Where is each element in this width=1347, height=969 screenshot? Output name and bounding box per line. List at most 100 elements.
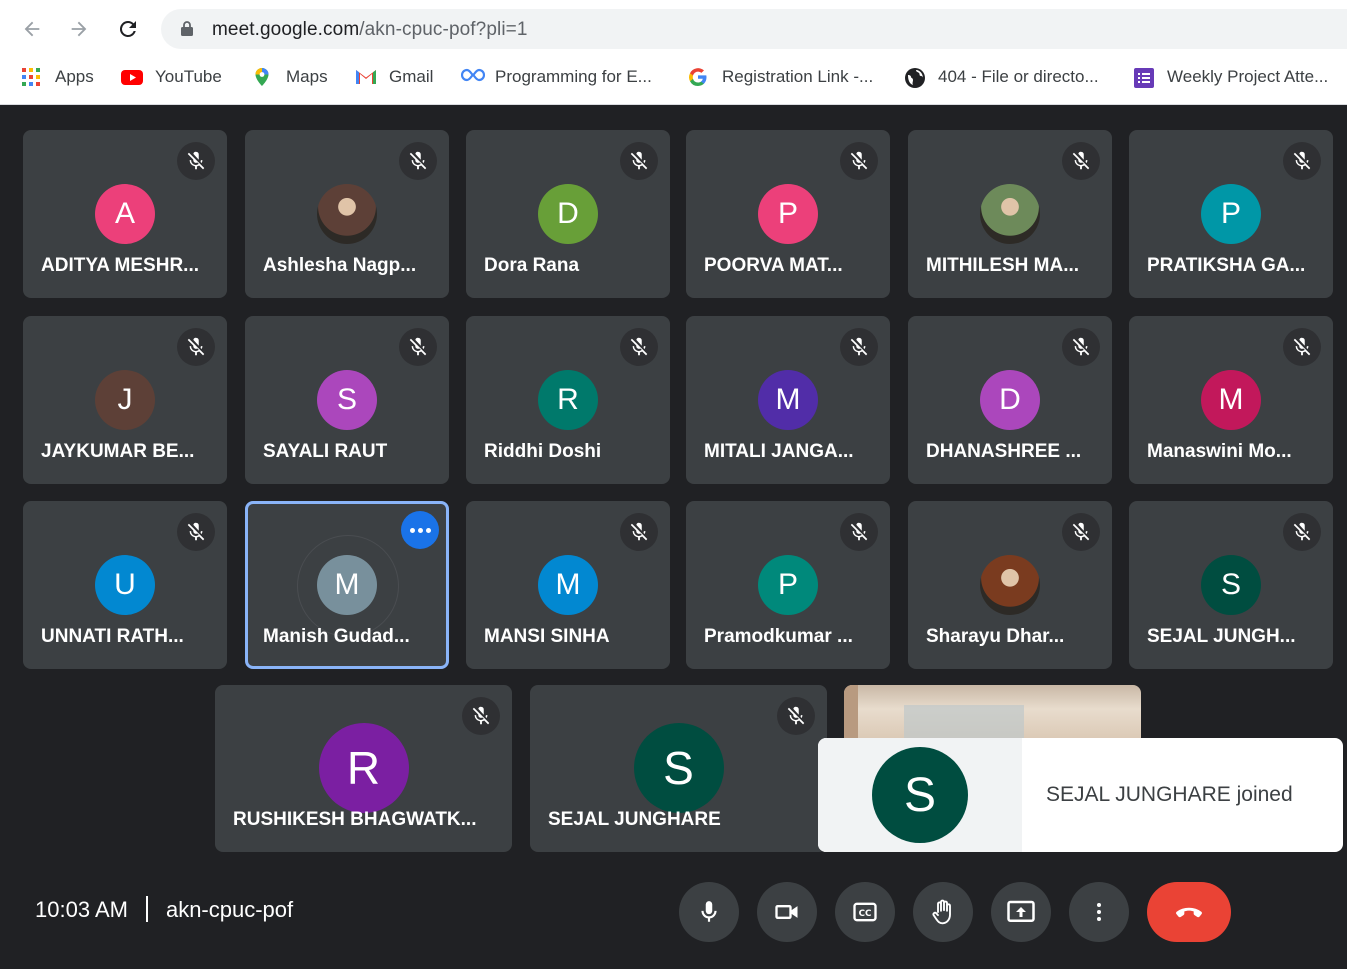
captions-button[interactable]: CC bbox=[835, 882, 895, 942]
participant-tile[interactable]: R RUSHIKESH BHAGWATK... bbox=[215, 685, 512, 852]
more-vertical-icon bbox=[1097, 903, 1101, 921]
google-g-icon bbox=[688, 67, 708, 87]
muted-indicator bbox=[777, 697, 815, 735]
participant-tile[interactable]: S SEJAL JUNGHARE bbox=[530, 685, 827, 852]
avatar: S bbox=[633, 723, 724, 813]
participant-tile[interactable]: D DHANASHREE ... bbox=[908, 316, 1112, 484]
participant-tile[interactable]: Sharayu Dhar... bbox=[908, 501, 1112, 669]
avatar: P bbox=[758, 184, 818, 244]
present-screen-icon bbox=[1007, 900, 1035, 922]
tile-options-button[interactable] bbox=[401, 511, 439, 549]
microphone-icon bbox=[701, 901, 717, 922]
participant-tile[interactable]: Ashlesha Nagp... bbox=[245, 130, 449, 298]
participant-name: DHANASHREE ... bbox=[926, 441, 1082, 462]
participant-tile[interactable]: M MANSI SINHA bbox=[466, 501, 670, 669]
avatar bbox=[980, 555, 1040, 615]
self-preview-video bbox=[844, 685, 1141, 745]
avatar: M bbox=[1201, 370, 1261, 430]
participant-name: Riddhi Doshi bbox=[484, 441, 602, 462]
back-button[interactable] bbox=[17, 14, 47, 44]
bookmark-label: Apps bbox=[55, 67, 94, 86]
muted-indicator bbox=[1062, 328, 1100, 366]
participant-tile[interactable]: D Dora Rana bbox=[466, 130, 670, 298]
present-screen-button[interactable] bbox=[991, 882, 1051, 942]
muted-indicator bbox=[1062, 142, 1100, 180]
more-options-button[interactable] bbox=[1069, 882, 1129, 942]
bookmark-programming[interactable]: Programming for E... bbox=[460, 62, 652, 92]
mic-off-icon bbox=[1072, 337, 1090, 356]
bookmark-weekly[interactable]: Weekly Project Atte... bbox=[1133, 62, 1328, 92]
raise-hand-icon bbox=[932, 899, 951, 925]
mic-off-icon bbox=[1293, 151, 1311, 170]
avatar: A bbox=[95, 184, 155, 244]
participant-name: POORVA MAT... bbox=[704, 255, 843, 276]
mic-off-icon bbox=[787, 706, 805, 725]
leave-call-button[interactable] bbox=[1147, 882, 1231, 942]
mic-off-icon bbox=[1293, 337, 1311, 356]
forward-button[interactable] bbox=[64, 14, 94, 44]
participant-tile[interactable]: M Manish Gudad... bbox=[245, 501, 449, 669]
participant-tile[interactable]: M Manaswini Mo... bbox=[1129, 316, 1333, 484]
bookmark-apps[interactable]: Apps bbox=[21, 62, 94, 92]
mic-off-icon bbox=[630, 522, 648, 541]
bookmark-label: Registration Link -... bbox=[722, 67, 874, 86]
avatar: M bbox=[758, 370, 818, 430]
bookmarks-bar: Apps YouTube Maps Gmail Programming for E...… bbox=[0, 62, 1347, 92]
bookmark-youtube[interactable]: YouTube bbox=[121, 62, 222, 92]
muted-indicator bbox=[1283, 328, 1321, 366]
camera-icon bbox=[775, 905, 798, 919]
participant-tile[interactable]: P PRATIKSHA GA... bbox=[1129, 130, 1333, 298]
meeting-code: akn-cpuc-pof bbox=[165, 897, 294, 922]
participant-name: SEJAL JUNGH... bbox=[1147, 626, 1296, 647]
participant-tile[interactable]: MITHILESH MA... bbox=[908, 130, 1112, 298]
raise-hand-button[interactable] bbox=[913, 882, 973, 942]
participant-tile[interactable]: A ADITYA MESHR... bbox=[23, 130, 227, 298]
mic-off-icon bbox=[187, 522, 205, 541]
muted-indicator bbox=[1283, 142, 1321, 180]
muted-indicator bbox=[840, 142, 878, 180]
avatar: M bbox=[538, 555, 598, 615]
participant-tile[interactable]: R Riddhi Doshi bbox=[466, 316, 670, 484]
maps-pin-icon bbox=[252, 67, 272, 87]
back-arrow-icon bbox=[24, 21, 40, 37]
forms-icon bbox=[1133, 67, 1154, 88]
browser-chrome: meet.google.com/akn-cpuc-pof?pli=1 Apps Y… bbox=[0, 0, 1347, 105]
mic-off-icon bbox=[472, 706, 490, 725]
bookmark-label: 404 - File or directo... bbox=[938, 67, 1099, 86]
participant-tile[interactable]: S SAYALI RAUT bbox=[245, 316, 449, 484]
muted-indicator bbox=[462, 697, 500, 735]
participant-tile[interactable]: M MITALI JANGA... bbox=[686, 316, 890, 484]
participant-tile[interactable]: P POORVA MAT... bbox=[686, 130, 890, 298]
participant-tile[interactable]: S SEJAL JUNGH... bbox=[1129, 501, 1333, 669]
globe-icon bbox=[904, 67, 925, 88]
bookmark-404[interactable]: 404 - File or directo... bbox=[904, 62, 1099, 92]
mic-off-icon bbox=[409, 151, 427, 170]
participant-name: JAYKUMAR BE... bbox=[41, 441, 195, 462]
participant-name: RUSHIKESH BHAGWATK... bbox=[233, 809, 477, 830]
microphone-button[interactable] bbox=[679, 882, 739, 942]
participant-name: ADITYA MESHR... bbox=[41, 255, 200, 276]
bookmark-registration[interactable]: Registration Link -... bbox=[688, 62, 873, 92]
participant-tile[interactable]: J JAYKUMAR BE... bbox=[23, 316, 227, 484]
bookmark-maps[interactable]: Maps bbox=[252, 62, 328, 92]
participant-tile[interactable]: P Pramodkumar ... bbox=[686, 501, 890, 669]
join-message: SEJAL JUNGHARE joined bbox=[1046, 783, 1293, 806]
closed-captions-icon: CC bbox=[853, 902, 877, 922]
avatar: M bbox=[317, 555, 377, 615]
bookmark-label: Maps bbox=[286, 67, 328, 86]
muted-indicator bbox=[840, 513, 878, 551]
participant-name: Dora Rana bbox=[484, 255, 580, 276]
muted-indicator bbox=[177, 142, 215, 180]
participant-tile[interactable]: U UNNATI RATH... bbox=[23, 501, 227, 669]
bookmark-label: YouTube bbox=[155, 67, 222, 86]
forward-arrow-icon bbox=[71, 21, 87, 37]
reload-button[interactable] bbox=[113, 14, 143, 44]
apps-grid-icon bbox=[21, 67, 41, 87]
meeting-info: 10:03 AM akn-cpuc-pof bbox=[35, 896, 294, 924]
address-bar[interactable]: meet.google.com/akn-cpuc-pof?pli=1 bbox=[161, 9, 1347, 49]
more-horizontal-icon bbox=[409, 527, 415, 533]
avatar: R bbox=[538, 370, 598, 430]
camera-button[interactable] bbox=[757, 882, 817, 942]
participant-name: SEJAL JUNGHARE bbox=[548, 809, 721, 830]
bookmark-gmail[interactable]: Gmail bbox=[355, 62, 433, 92]
